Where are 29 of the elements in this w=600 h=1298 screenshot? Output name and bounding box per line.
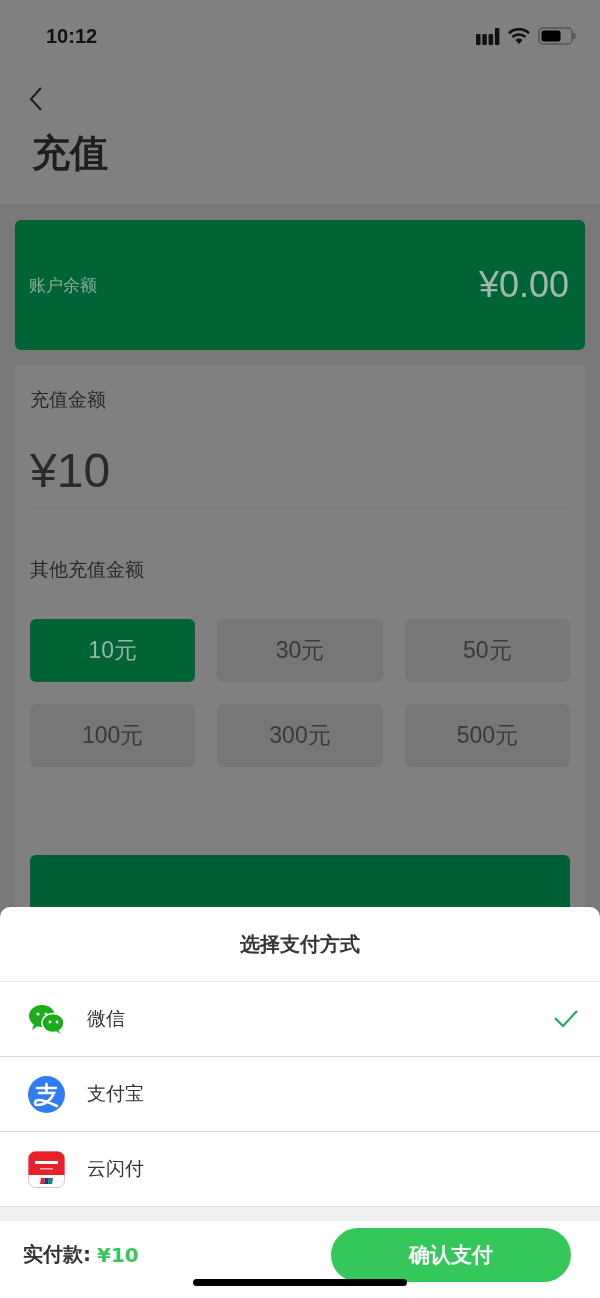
total-label: 实付款: bbox=[23, 1241, 91, 1268]
amount-option[interactable]: 30元 bbox=[217, 619, 383, 682]
alipay-logo-icon bbox=[28, 1075, 65, 1113]
chat-bubbles-icon bbox=[28, 1004, 65, 1034]
wifi-icon bbox=[508, 28, 530, 44]
total-amount: ¥10 bbox=[97, 1242, 139, 1267]
recharge-label: 充值金额 bbox=[30, 387, 107, 412]
status-time: 10:12 bbox=[46, 24, 98, 48]
battery-icon bbox=[538, 27, 576, 45]
cellular-signal-icon bbox=[476, 27, 500, 45]
amount-option[interactable]: 10元 bbox=[30, 619, 196, 682]
amount-input[interactable]: ¥10 bbox=[30, 443, 570, 509]
payment-method-name: 云闪付 bbox=[87, 1156, 145, 1181]
amount-option[interactable]: 50元 bbox=[404, 619, 570, 682]
balance-label: 账户余额 bbox=[29, 273, 97, 297]
unionpay-logo-icon bbox=[28, 1150, 65, 1188]
payment-method-row[interactable]: 支付宝 bbox=[0, 1057, 600, 1132]
sheet-title: 选择支付方式 bbox=[0, 907, 600, 982]
payment-method-name: 支付宝 bbox=[87, 1081, 145, 1106]
payment-method-name: 微信 bbox=[87, 1006, 126, 1031]
confirm-pay-button[interactable]: 确认支付 bbox=[331, 1227, 571, 1282]
page-title: 充值 bbox=[32, 130, 109, 177]
other-amount-label: 其他充值金额 bbox=[30, 557, 145, 582]
amount-option[interactable]: 300元 bbox=[217, 704, 383, 767]
back-icon[interactable] bbox=[28, 86, 44, 112]
amount-option[interactable]: 100元 bbox=[30, 704, 196, 767]
payment-method-row[interactable]: 微信 bbox=[0, 982, 600, 1057]
balance-amount: ¥0.00 bbox=[478, 264, 569, 306]
amount-option[interactable]: 500元 bbox=[404, 704, 570, 767]
